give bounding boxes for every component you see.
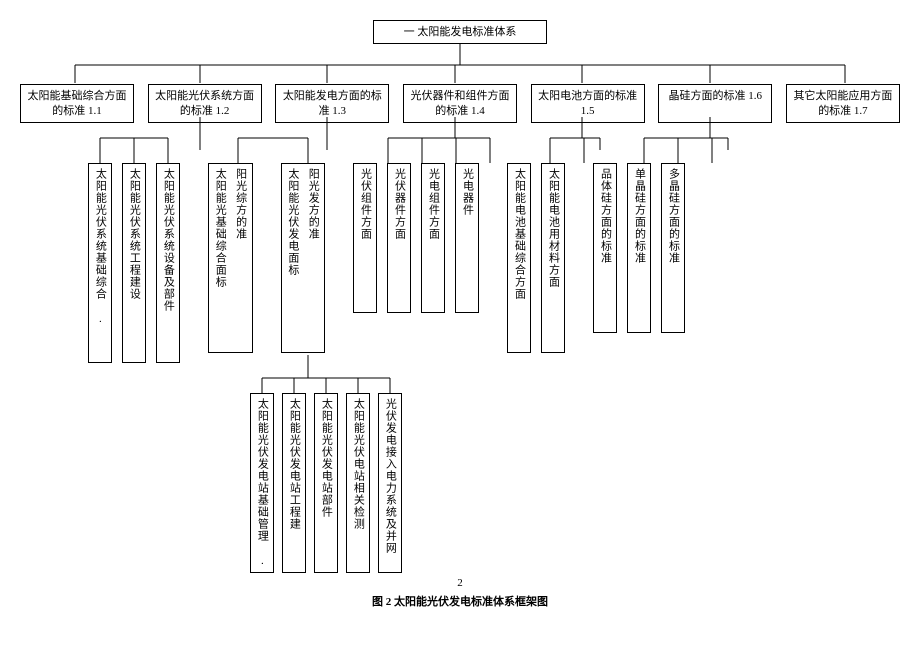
l3-node-wide: 太阳能光伏发电面标 阳光发方的准 <box>281 163 326 353</box>
l4-node: 太阳能光伏电站相关检测 <box>346 393 370 573</box>
l3-node: 光电组件方面 <box>421 163 445 313</box>
l3-node: 太阳能光伏系统基础综合 . <box>88 163 112 363</box>
l4-node: 太阳能光伏发电站基础管理 . <box>250 393 274 573</box>
l3-node: 太阳能电池用材料方面 <box>541 163 565 353</box>
l3-group-1-4: 光伏组件方面 光伏器件方面 光电组件方面 光电器件 <box>353 163 479 313</box>
figure-caption: 图 2 太阳能光伏发电标准体系框架图 <box>20 593 900 609</box>
l3-node-wide: 太阳能光基础综合面标 阳光综方的准 <box>208 163 253 353</box>
l4-node: 太阳能光伏发电站部件 <box>314 393 338 573</box>
l3-node: 单晶硅方面的标准 <box>627 163 651 333</box>
l3-group-1-3: 太阳能光基础综合面标 阳光综方的准 太阳能光伏发电面标 阳光发方的准 <box>208 163 325 353</box>
l3-group-1-5: 太阳能电池基础综合方面 太阳能电池用材料方面 <box>507 163 565 353</box>
level2-row: 太阳能基础综合方面的标准 1.1 太阳能光伏系统方面的标准 1.2 太阳能发电方… <box>20 84 900 123</box>
l3-node: 光伏组件方面 <box>353 163 377 313</box>
l3-node: 太阳能光伏系统设备及部件 <box>156 163 180 363</box>
l3-node: 太阳能光伏系统工程建设 <box>122 163 146 363</box>
l3-group-1-6: 品体硅方面的标准 单晶硅方面的标准 多晶硅方面的标准 <box>593 163 685 333</box>
level4-row: 太阳能光伏发电站基础管理 . 太阳能光伏发电站工程建 太阳能光伏发电站部件 太阳… <box>20 393 900 573</box>
l3-node: 多晶硅方面的标准 <box>661 163 685 333</box>
l2-node-1-1: 太阳能基础综合方面的标准 1.1 <box>20 84 134 123</box>
l4-node: 太阳能光伏发电站工程建 <box>282 393 306 573</box>
l4-group-1-3-2: 太阳能光伏发电站基础管理 . 太阳能光伏发电站工程建 太阳能光伏发电站部件 太阳… <box>250 393 402 573</box>
l3-node: 光电器件 <box>455 163 479 313</box>
page-number: 2 <box>20 577 900 589</box>
l3-node: 太阳能电池基础综合方面 <box>507 163 531 353</box>
l2-node-1-6: 晶硅方面的标准 1.6 <box>658 84 772 123</box>
l3-group-1-2: 太阳能光伏系统基础综合 . 太阳能光伏系统工程建设 太阳能光伏系统设备及部件 <box>88 163 180 363</box>
level3-row: 太阳能光伏系统基础综合 . 太阳能光伏系统工程建设 太阳能光伏系统设备及部件 太… <box>20 163 900 363</box>
root-node: 一 太阳能发电标准体系 <box>373 20 547 44</box>
l2-node-1-3: 太阳能发电方面的标准 1.3 <box>275 84 389 123</box>
l2-node-1-4: 光伏器件和组件方面的标准 1.4 <box>403 84 517 123</box>
l2-node-1-2: 太阳能光伏系统方面的标准 1.2 <box>148 84 262 123</box>
l4-node: 光伏发电接入电力系统及并网 <box>378 393 402 573</box>
diagram-container: 一 太阳能发电标准体系 太阳能基础综合方面的标准 1.1 太阳能光伏系统方面的标… <box>20 20 900 609</box>
l2-node-1-7: 其它太阳能应用方面的标准 1.7 <box>786 84 900 123</box>
l3-node: 品体硅方面的标准 <box>593 163 617 333</box>
l3-node: 光伏器件方面 <box>387 163 411 313</box>
l2-node-1-5: 太阳电池方面的标准 1.5 <box>531 84 645 123</box>
